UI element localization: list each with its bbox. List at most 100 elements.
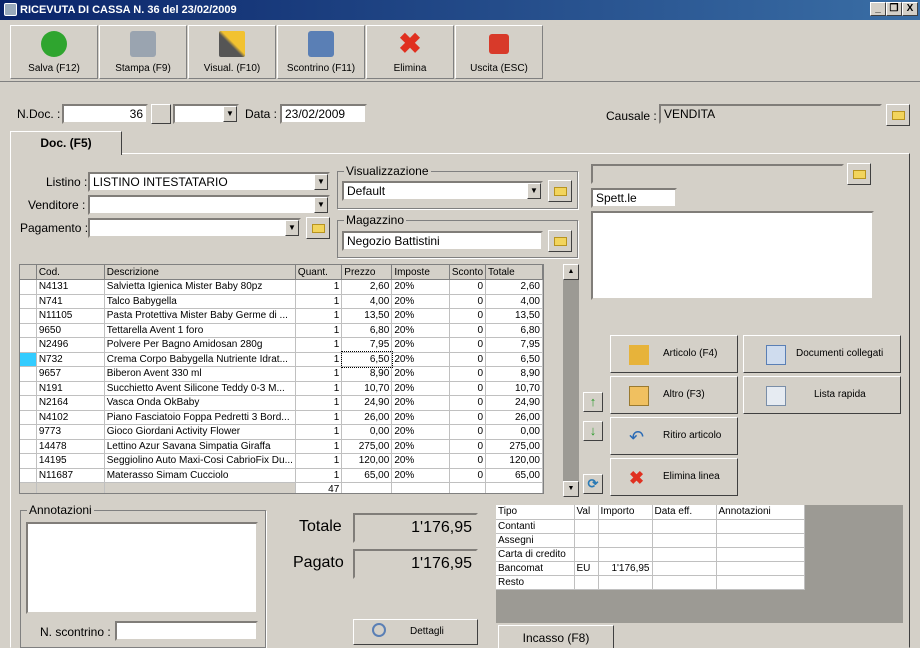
table-cell[interactable]: 0: [449, 424, 487, 440]
payment-cell[interactable]: 1'176,95: [598, 561, 653, 576]
ndoc-field[interactable]: 36: [62, 104, 148, 124]
table-cell[interactable]: 26,00: [485, 410, 543, 425]
table-cell[interactable]: Tettarella Avent 1 foro: [104, 323, 296, 338]
view-button[interactable]: Visual. (F10): [188, 25, 276, 79]
table-row[interactable]: 9657 Biberon Avent 330 ml 1 8,90 20% 0 8,90: [20, 366, 543, 382]
table-cell[interactable]: 1: [295, 352, 343, 367]
table-row[interactable]: N191 Succhietto Avent Silicone Teddy 0-3 …: [20, 381, 543, 396]
table-cell[interactable]: N191: [36, 381, 105, 396]
pagamento-browse-button[interactable]: [306, 217, 330, 239]
table-cell[interactable]: 24,90: [485, 395, 543, 411]
ndoc-spin-button[interactable]: [151, 104, 171, 124]
table-row[interactable]: 9773 Gioco Giordani Activity Flower 1 0,00 2…: [20, 424, 543, 440]
row-indicator[interactable]: [20, 424, 37, 440]
row-indicator[interactable]: [20, 279, 37, 295]
chevron-down-icon[interactable]: ▼: [285, 220, 299, 236]
column-header[interactable]: Totale: [485, 265, 543, 280]
payment-cell[interactable]: [574, 533, 599, 548]
spett-field[interactable]: Spett.le: [591, 188, 677, 208]
table-cell[interactable]: 20%: [391, 395, 450, 411]
tab-incasso[interactable]: Incasso (F8): [498, 625, 614, 648]
row-indicator[interactable]: [20, 468, 37, 483]
payments-table[interactable]: Tipo Val Importo Data eff. Annotazioni C…: [496, 505, 805, 590]
listino-select[interactable]: LISTINO INTESTATARIO: [88, 172, 330, 192]
payment-cell[interactable]: [598, 533, 653, 548]
column-header[interactable]: Prezzo: [341, 265, 393, 280]
table-cell[interactable]: 20%: [391, 352, 450, 367]
table-cell[interactable]: 2,60: [341, 279, 393, 295]
table-cell[interactable]: 7,95: [341, 337, 393, 353]
payment-cell[interactable]: [652, 561, 717, 576]
table-cell[interactable]: 0: [449, 453, 487, 469]
venditore-select[interactable]: [88, 195, 330, 215]
table-cell[interactable]: 20%: [391, 323, 450, 338]
row-indicator[interactable]: [20, 453, 37, 469]
table-cell[interactable]: 20%: [391, 468, 450, 483]
row-indicator[interactable]: [20, 395, 37, 411]
table-row[interactable]: 14478 Lettino Azur Savana Simpatia Giraff…: [20, 439, 543, 454]
payment-cell[interactable]: [598, 547, 653, 562]
table-cell[interactable]: 13,50: [341, 308, 393, 324]
scroll-up-icon[interactable]: ▲: [563, 264, 579, 280]
table-cell[interactable]: 2,60: [485, 279, 543, 295]
row-indicator[interactable]: [20, 352, 37, 367]
table-cell[interactable]: 7,95: [485, 337, 543, 353]
table-cell[interactable]: Lettino Azur Savana Simpatia Giraffa: [104, 439, 296, 454]
move-down-button[interactable]: ↓: [583, 421, 603, 441]
table-cell[interactable]: N732: [36, 352, 105, 367]
row-indicator[interactable]: [20, 410, 37, 425]
table-cell[interactable]: 20%: [391, 308, 450, 324]
payment-cell[interactable]: EU: [574, 561, 599, 576]
table-cell[interactable]: 0,00: [341, 424, 393, 440]
table-cell[interactable]: 1: [295, 323, 343, 338]
payment-cell[interactable]: [716, 547, 805, 562]
table-cell[interactable]: 10,70: [485, 381, 543, 396]
table-cell[interactable]: 20%: [391, 424, 450, 440]
payment-cell[interactable]: Resto: [496, 575, 575, 590]
chevron-down-icon[interactable]: ▼: [527, 183, 541, 199]
payment-cell[interactable]: [574, 575, 599, 590]
magazzino-browse-button[interactable]: [548, 230, 572, 252]
table-cell[interactable]: N2496: [36, 337, 105, 353]
table-cell[interactable]: Succhietto Avent Silicone Teddy 0-3 M...: [104, 381, 296, 396]
payment-cell[interactable]: Bancomat: [496, 561, 575, 576]
table-cell[interactable]: 1: [295, 337, 343, 353]
delete-button[interactable]: ✖ Elimina: [366, 25, 454, 79]
payment-cell[interactable]: [716, 575, 805, 590]
table-cell[interactable]: 24,90: [341, 395, 393, 411]
minimize-button[interactable]: _: [870, 2, 886, 16]
add-other-button[interactable]: Altro (F3): [610, 376, 738, 414]
pagamento-select[interactable]: [88, 218, 301, 238]
add-article-button[interactable]: Articolo (F4): [610, 335, 738, 373]
payment-cell[interactable]: Assegni: [496, 533, 575, 548]
table-cell[interactable]: 20%: [391, 453, 450, 469]
return-article-button[interactable]: ↶ Ritiro articolo: [610, 417, 738, 455]
table-cell[interactable]: 4,00: [341, 294, 393, 309]
table-cell[interactable]: 6,80: [341, 323, 393, 338]
table-cell[interactable]: 20%: [391, 337, 450, 353]
table-cell[interactable]: 1: [295, 439, 343, 454]
grid-scrollbar[interactable]: [563, 264, 579, 497]
table-cell[interactable]: 0: [449, 352, 487, 367]
table-cell[interactable]: 1: [295, 294, 343, 309]
payment-cell[interactable]: [652, 575, 717, 590]
payment-cell[interactable]: [652, 547, 717, 562]
table-cell[interactable]: N11105: [36, 308, 105, 324]
payment-cell[interactable]: [598, 519, 653, 534]
table-cell[interactable]: 4,00: [485, 294, 543, 309]
table-cell[interactable]: 275,00: [341, 439, 393, 454]
table-cell[interactable]: 65,00: [341, 468, 393, 483]
table-cell[interactable]: 0: [449, 294, 487, 309]
table-cell[interactable]: N4131: [36, 279, 105, 295]
table-cell[interactable]: 0: [449, 381, 487, 396]
refresh-button[interactable]: ⟳: [583, 474, 603, 494]
delete-line-button[interactable]: ✖ Elimina linea: [610, 458, 738, 496]
payment-cell[interactable]: [574, 519, 599, 534]
table-cell[interactable]: 6,50: [485, 352, 543, 367]
table-cell[interactable]: Polvere Per Bagno Amidosan 280g: [104, 337, 296, 353]
causale-browse-button[interactable]: [886, 104, 910, 126]
table-cell[interactable]: Talco Babygella: [104, 294, 296, 309]
table-row[interactable]: 14195 Seggiolino Auto Maxi-Cosi CabrioFix…: [20, 453, 543, 469]
table-row[interactable]: N4102 Piano Fasciatoio Foppa Pedretti 3 B…: [20, 410, 543, 425]
table-cell[interactable]: 14478: [36, 439, 105, 454]
